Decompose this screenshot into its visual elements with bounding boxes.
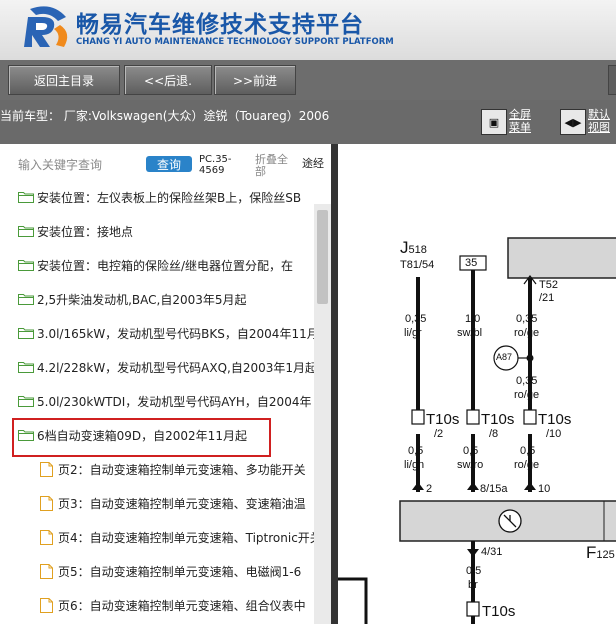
t10s-conn-3: T10s bbox=[538, 411, 572, 428]
t52-label: T52 bbox=[539, 279, 558, 291]
tree-item-label: 页4：自动变速箱控制单元变速箱、Tiptronic开关 bbox=[58, 530, 322, 545]
forward-button[interactable]: >>前进 bbox=[214, 65, 296, 95]
toolbar-overflow-button[interactable] bbox=[608, 65, 616, 95]
pin-label-10: 10 bbox=[538, 483, 551, 495]
f125-label: F125 bbox=[586, 543, 615, 562]
pin-10-label: /10 bbox=[546, 428, 562, 440]
wire4-size: 0,5 bbox=[408, 445, 424, 457]
wire3b-color: ro/ge bbox=[514, 389, 540, 401]
diagram-frame-left bbox=[331, 144, 338, 624]
wire2-size: 1,0 bbox=[465, 313, 481, 325]
tree-page-item[interactable]: 页5：自动变速箱控制单元变速箱、电磁阀1-6 bbox=[40, 555, 330, 587]
folder-icon bbox=[18, 226, 34, 237]
wire1-size: 0,35 bbox=[405, 313, 427, 325]
pin-label-2: 2 bbox=[426, 483, 433, 495]
folder-icon bbox=[18, 260, 34, 271]
document-icon bbox=[40, 461, 53, 477]
pin-label-8-15a: 8/15a bbox=[480, 483, 508, 495]
tree-folder-item[interactable]: 3.0l/165kW，发动机型号代码BKS，自2004年11月 bbox=[18, 317, 314, 349]
t10s-conn-bottom: T10s bbox=[482, 603, 516, 620]
default-view-icon[interactable]: ◀▶ bbox=[560, 109, 586, 135]
wire5-color: sw/ro bbox=[457, 459, 484, 471]
selected-item-highlight bbox=[12, 418, 271, 457]
pin-2-label: /2 bbox=[434, 428, 444, 440]
tree-item-label: 页5：自动变速箱控制单元变速箱、电磁阀1-6 bbox=[58, 564, 302, 579]
t52-pin-label: /21 bbox=[539, 292, 555, 304]
tree-item-label: 安装位置：电控箱的保险丝/继电器位置分配，在 bbox=[37, 258, 294, 273]
wire6-color: ro/ge bbox=[514, 459, 540, 471]
tree-folder-item[interactable]: 5.0l/230kWTDI，发动机型号代码AYH，自2004年 bbox=[18, 385, 314, 417]
pin-label-4-31: 4/31 bbox=[481, 546, 503, 558]
folder-icon bbox=[18, 294, 34, 305]
document-icon bbox=[40, 529, 53, 545]
wire3-color: ro/ge bbox=[514, 327, 540, 339]
t10s-conn-2: T10s bbox=[481, 411, 515, 428]
tree-item-label: 4.2l/228kW，发动机型号代码AXQ,自2003年1月起 bbox=[37, 360, 314, 375]
wire2-color: sw/bl bbox=[457, 327, 483, 339]
platform-title: 畅易汽车维修技术支持平台 bbox=[76, 12, 364, 38]
tree-item-label: 3.0l/165kW，发动机型号代码BKS，自2004年11月 bbox=[37, 326, 314, 341]
pin-8-label: /8 bbox=[489, 428, 499, 440]
default-view-link[interactable]: 默认视图 bbox=[588, 108, 616, 134]
t81-label: T81/54 bbox=[400, 259, 435, 271]
wire5-size: 0,5 bbox=[463, 445, 479, 457]
home-button[interactable]: 返回主目录 bbox=[8, 65, 120, 95]
wiring-diagram[interactable]: J518 T81/54 35 T52 /21 0,35 li/gr 1,0 sw… bbox=[338, 144, 616, 624]
app-header: 畅易汽车维修技术支持平台 CHANG YI AUTO MAINTENANCE T… bbox=[0, 0, 616, 60]
folder-icon bbox=[18, 362, 34, 373]
tree-page-item[interactable]: 页3：自动变速箱控制单元变速箱、变速箱油温 bbox=[40, 487, 330, 519]
folder-icon bbox=[18, 396, 34, 407]
wire6-size: 0,5 bbox=[520, 445, 536, 457]
tree-item-label: 安装位置：接地点 bbox=[37, 224, 134, 239]
document-icon bbox=[40, 495, 53, 511]
tree-folder-item[interactable]: 安装位置：电控箱的保险丝/继电器位置分配，在 bbox=[18, 249, 314, 281]
query-button[interactable]: 查询 bbox=[146, 156, 192, 172]
fullscreen-menu-link[interactable]: 全屏菜单 bbox=[509, 108, 537, 134]
wire7-size: 0.5 bbox=[466, 565, 482, 577]
a87-label: A87 bbox=[496, 352, 513, 362]
tree-folder-item[interactable]: 4.2l/228kW，发动机型号代码AXQ,自2003年1月起 bbox=[18, 351, 314, 383]
wire7-color: br bbox=[468, 579, 478, 591]
back-button[interactable]: <<后退. bbox=[124, 65, 212, 95]
wire1-color: li/gr bbox=[404, 327, 422, 339]
tree-item-label: 页2：自动变速箱控制单元变速箱、多功能开关 bbox=[58, 462, 306, 477]
nav-toolbar: 返回主目录 <<后退. >>前进 bbox=[0, 60, 616, 100]
tree-item-label: 5.0l/230kWTDI，发动机型号代码AYH，自2004年 bbox=[37, 394, 312, 409]
folder-icon bbox=[18, 192, 34, 203]
vehicle-info-bar: 当前车型： 厂家:Volkswagen(大众）途锐（Touareg）2006 ▣… bbox=[0, 100, 616, 144]
search-row: 输入关键字查询 查询 PC.35-4569 折叠全部 途经 bbox=[0, 144, 331, 184]
t10s-conn-1: T10s bbox=[426, 411, 460, 428]
search-input[interactable]: 输入关键字查询 bbox=[18, 156, 102, 173]
tree-item-label: 页3：自动变速箱控制单元变速箱、变速箱油温 bbox=[58, 496, 306, 511]
current-model: 当前车型： 厂家:Volkswagen(大众）途锐（Touareg）2006 bbox=[0, 109, 330, 123]
box-35-label: 35 bbox=[465, 257, 478, 269]
document-icon bbox=[40, 597, 53, 613]
tree-page-item[interactable]: 页4：自动变速箱控制单元变速箱、Tiptronic开关 bbox=[40, 521, 330, 553]
j518-label: J518 bbox=[400, 238, 427, 257]
fullscreen-icon[interactable]: ▣ bbox=[481, 109, 507, 135]
wire3b-size: 0,35 bbox=[516, 375, 538, 387]
tree-item-label: 2,5升柴油发动机,BAC,自2003年5月起 bbox=[37, 292, 247, 307]
tree-folder-item[interactable]: 安装位置：接地点 bbox=[18, 215, 314, 247]
tree-page-item[interactable]: 页6：自动变速箱控制单元变速箱、组合仪表中 bbox=[40, 589, 330, 621]
tree-folder-item[interactable]: 安装位置：左仪表板上的保险丝架B上，保险丝SB bbox=[18, 181, 314, 213]
folder-icon bbox=[18, 328, 34, 339]
platform-subtitle: CHANG YI AUTO MAINTENANCE TECHNOLOGY SUP… bbox=[76, 37, 394, 47]
collapse-all-link[interactable]: 折叠全部 bbox=[255, 154, 297, 178]
wire3-size: 0,35 bbox=[516, 313, 538, 325]
pc-code-label: PC.35-4569 bbox=[199, 154, 232, 176]
logo-icon bbox=[24, 6, 68, 47]
tree-item-label: 安装位置：左仪表板上的保险丝架B上，保险丝SB bbox=[37, 190, 302, 205]
document-icon bbox=[40, 563, 53, 579]
wire4-color: li/gn bbox=[404, 459, 425, 471]
sidebar-scroll-thumb[interactable] bbox=[317, 210, 328, 304]
tree-item-label: 页6：自动变速箱控制单元变速箱、组合仪表中 bbox=[58, 598, 306, 613]
tree-page-item[interactable]: 页2：自动变速箱控制单元变速箱、多功能开关 bbox=[40, 453, 330, 485]
tree-folder-item[interactable]: 2,5升柴油发动机,BAC,自2003年5月起 bbox=[18, 283, 314, 315]
truncated-link[interactable]: 途经 bbox=[302, 155, 324, 171]
catalog-sidebar: 输入关键字查询 查询 PC.35-4569 折叠全部 途经 安装位置：左仪表板上… bbox=[0, 144, 331, 624]
wiring-diagram-lines bbox=[338, 237, 616, 624]
